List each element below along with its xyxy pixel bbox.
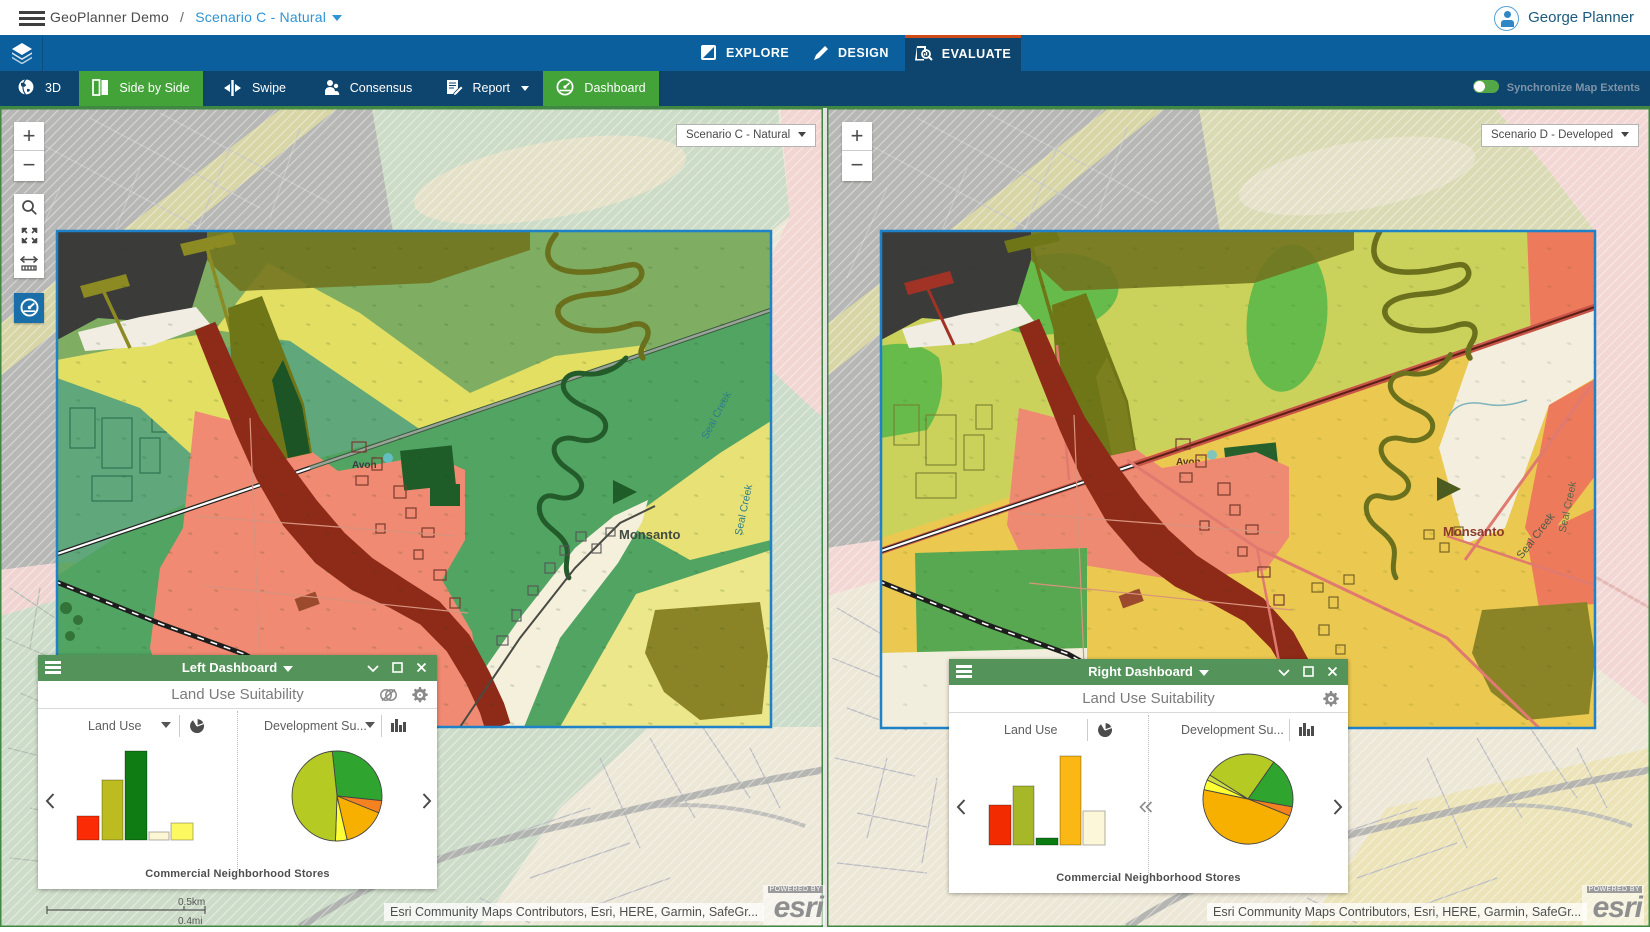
svg-text:0.4mi: 0.4mi xyxy=(178,916,202,926)
svg-text:Monsanto: Monsanto xyxy=(619,527,680,542)
svg-text:Monsanto: Monsanto xyxy=(1443,524,1504,539)
svg-text:0.5km: 0.5km xyxy=(178,897,205,908)
